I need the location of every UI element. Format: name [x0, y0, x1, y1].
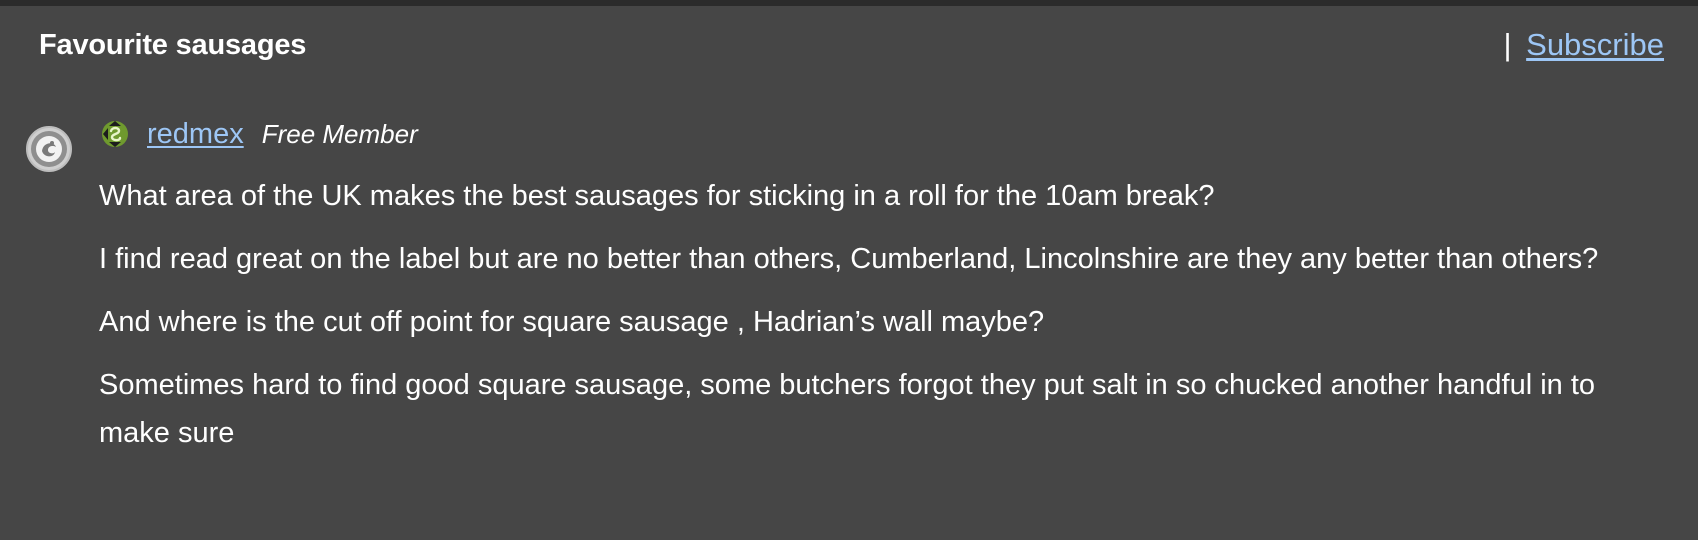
thread-header: Favourite sausages | Subscribe — [0, 6, 1698, 86]
post-paragraph: Sometimes hard to find good square sausa… — [99, 369, 1596, 449]
user-avatar-icon[interactable] — [26, 126, 72, 172]
post-paragraph: And where is the cut off point for squar… — [99, 306, 1045, 338]
subscribe-area: | Subscribe — [1503, 28, 1664, 62]
member-badge-icon — [99, 118, 131, 150]
post-body: What area of the UK makes the best sausa… — [99, 172, 1669, 472]
post-paragraph: I find read great on the label but are n… — [99, 243, 1599, 275]
page-title: Favourite sausages — [39, 29, 307, 61]
subscribe-separator: | — [1503, 27, 1512, 62]
author-link[interactable]: redmex — [147, 118, 244, 151]
author-row: redmex Free Member — [99, 116, 418, 152]
post-paragraph: What area of the UK makes the best sausa… — [99, 180, 1215, 212]
member-role-label: Free Member — [261, 118, 418, 149]
subscribe-link[interactable]: Subscribe — [1526, 27, 1664, 62]
